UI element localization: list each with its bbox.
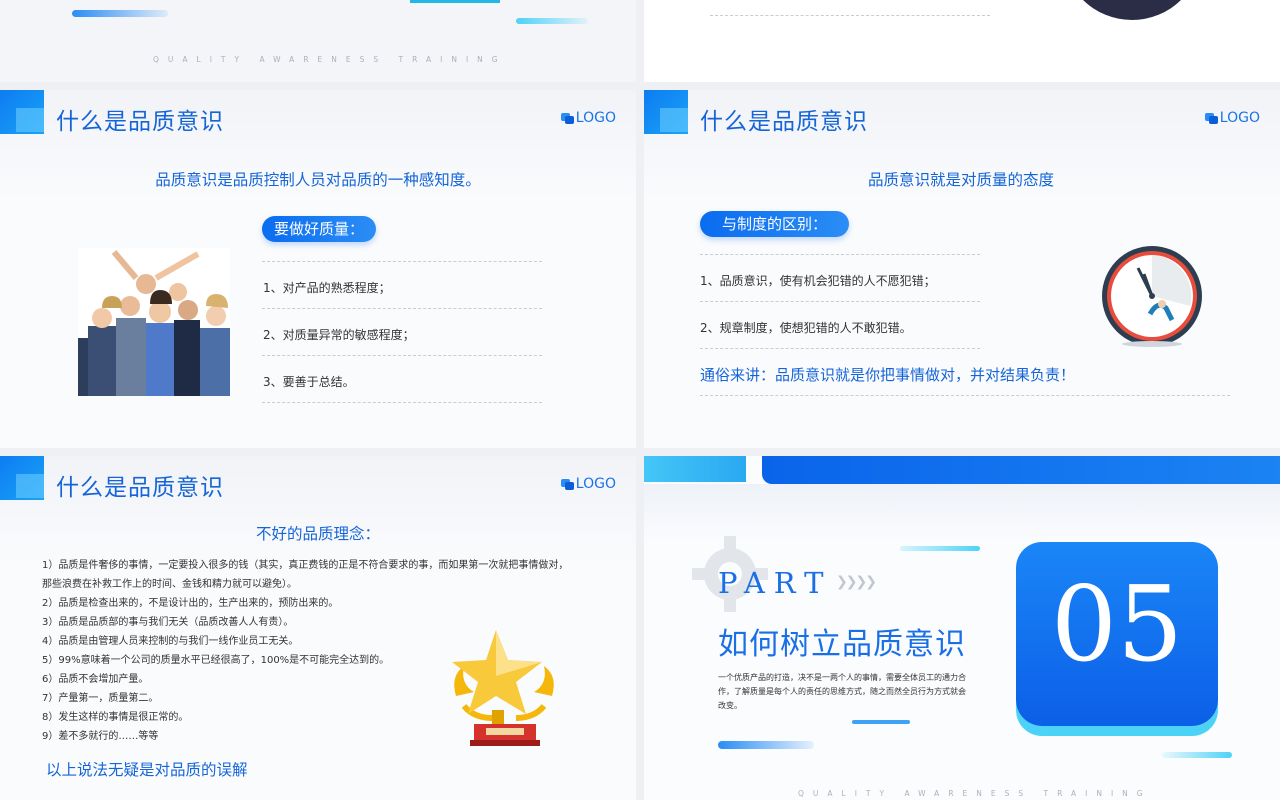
divider: [262, 402, 542, 403]
pill-label: 要做好质量：: [262, 216, 377, 242]
part-number: 05: [1050, 563, 1184, 685]
logo: LOGO: [560, 110, 616, 126]
list-item: 1、品质意识，使有机会犯错的人不愿犯错；: [700, 274, 936, 288]
definition-text: 品质意识是品质控制人员对品质的一种感知度。: [155, 171, 481, 189]
list-item: 2、规章制度，使想犯错的人不敢犯错。: [700, 321, 912, 335]
logo-icon: [1204, 112, 1218, 124]
text-line: 8）发生这样的事情是很正常的。: [42, 712, 189, 723]
accent-bar: [1162, 752, 1232, 758]
logo: LOGO: [1204, 110, 1260, 126]
arrows-icon: ❯❯❯❯: [836, 574, 877, 590]
body-line: 一个优质产品的打造，决不是一两个人的事情，需要全体员工的通力合: [718, 673, 966, 682]
text-line: 6）品质不会增加产量。: [42, 674, 149, 685]
text-line: 3）品质是品质部的事与我们无关（品质改善人人有责）。: [42, 617, 294, 628]
conclusion-text: 以上说法无疑是对品质的误解: [46, 761, 248, 779]
slide-what-is-quality-2[interactable]: 什么是品质意识 LOGO 品质意识就是对质量的态度 与制度的区别： 1、品质意识…: [644, 90, 1280, 448]
logo: LOGO: [560, 476, 616, 492]
definition-text: 品质意识就是对质量的态度: [867, 171, 1054, 189]
list-item: 1、对产品的熟悉程度；: [263, 281, 391, 295]
header-bar-left: [644, 456, 746, 482]
logo-icon: [560, 478, 574, 490]
list-item: 2、对质量异常的敏感程度；: [263, 328, 415, 342]
divider: [262, 355, 542, 356]
logo-text: LOGO: [575, 110, 616, 126]
part-label: PART: [718, 566, 833, 600]
slide-top-left[interactable]: QUALITY AWARENESS TRAINING: [0, 0, 636, 82]
divider: [700, 301, 980, 302]
accent-bar: [72, 10, 168, 17]
list-item: 3、要善于总结。: [263, 375, 355, 389]
corner-accent-overlay: [660, 108, 688, 132]
divider: [700, 395, 1230, 396]
slide-what-is-quality-3[interactable]: 什么是品质意识 LOGO 不好的品质理念： 1）品质是件奢侈的事情，一定要投入很…: [0, 456, 636, 800]
dark-circle-decoration: [1062, 0, 1202, 20]
corner-accent-overlay: [16, 108, 44, 132]
text-line: 4）品质是由管理人员来控制的与我们一线作业员工无关。: [42, 636, 299, 647]
slide-part-05[interactable]: PART ❯❯❯❯ 如何树立品质意识 一个优质产品的打造，决不是一两个人的事情，…: [644, 456, 1280, 800]
text-line: 7）产量第一，质量第二。: [42, 693, 159, 704]
corner-accent-overlay: [16, 474, 44, 498]
text-line: 那些浪费在补救工作上的时间、金钱和精力就可以避免）。: [42, 579, 297, 590]
divider: [710, 15, 990, 16]
trophy-illustration: [446, 626, 562, 750]
slide-title: 什么是品质意识: [56, 109, 224, 135]
logo-text: LOGO: [575, 476, 616, 492]
logo-icon: [560, 112, 574, 124]
slide-title: 什么是品质意识: [56, 475, 224, 501]
accent-bar: [718, 741, 814, 749]
tagline: QUALITY AWARENESS TRAINING: [798, 789, 1152, 798]
slide-top-right[interactable]: [644, 0, 1280, 82]
text-line: 1）品质是件奢侈的事情，一定要投入很多的钱（其实，真正费钱的正是不符合要求的事，…: [42, 560, 569, 571]
slide-what-is-quality-1[interactable]: 什么是品质意识 LOGO 品质意识是品质控制人员对品质的一种感知度。 要做好质量…: [0, 90, 636, 448]
title-underline: [410, 0, 500, 3]
summary-text: 通俗来讲：品质意识就是你把事情做对，并对结果负责！: [700, 366, 1076, 384]
accent-bar: [516, 18, 588, 24]
text-line: 2）品质是检查出来的，不是设计出的，生产出来的，预防出来的。: [42, 598, 339, 609]
pill-label: 与制度的区别：: [700, 211, 850, 237]
accent-bar: [852, 720, 910, 724]
body-line: 作，了解质量是每个人的责任的思维方式，随之而然全员行为方式就会: [718, 687, 966, 696]
divider: [700, 254, 980, 255]
logo-text: LOGO: [1219, 110, 1260, 126]
text-line: 9）差不多就行的……等等: [42, 731, 159, 742]
body-line: 改变。: [718, 701, 742, 710]
number-badge: 05: [1016, 542, 1218, 726]
team-photo: [78, 248, 230, 396]
divider: [700, 348, 980, 349]
tagline: QUALITY AWARENESS TRAINING: [153, 55, 507, 64]
accent-bar: [900, 546, 980, 551]
text-line: 5）99%意味着一个公司的质量水平已经很高了，100%是不可能完全达到的。: [42, 655, 390, 666]
divider: [262, 308, 542, 309]
part-title: 如何树立品质意识: [718, 627, 966, 662]
header-bar: [762, 456, 1280, 484]
section-heading: 不好的品质理念：: [255, 525, 380, 543]
divider: [262, 261, 542, 262]
slide-title: 什么是品质意识: [700, 109, 868, 135]
clock-illustration: [1100, 244, 1204, 348]
